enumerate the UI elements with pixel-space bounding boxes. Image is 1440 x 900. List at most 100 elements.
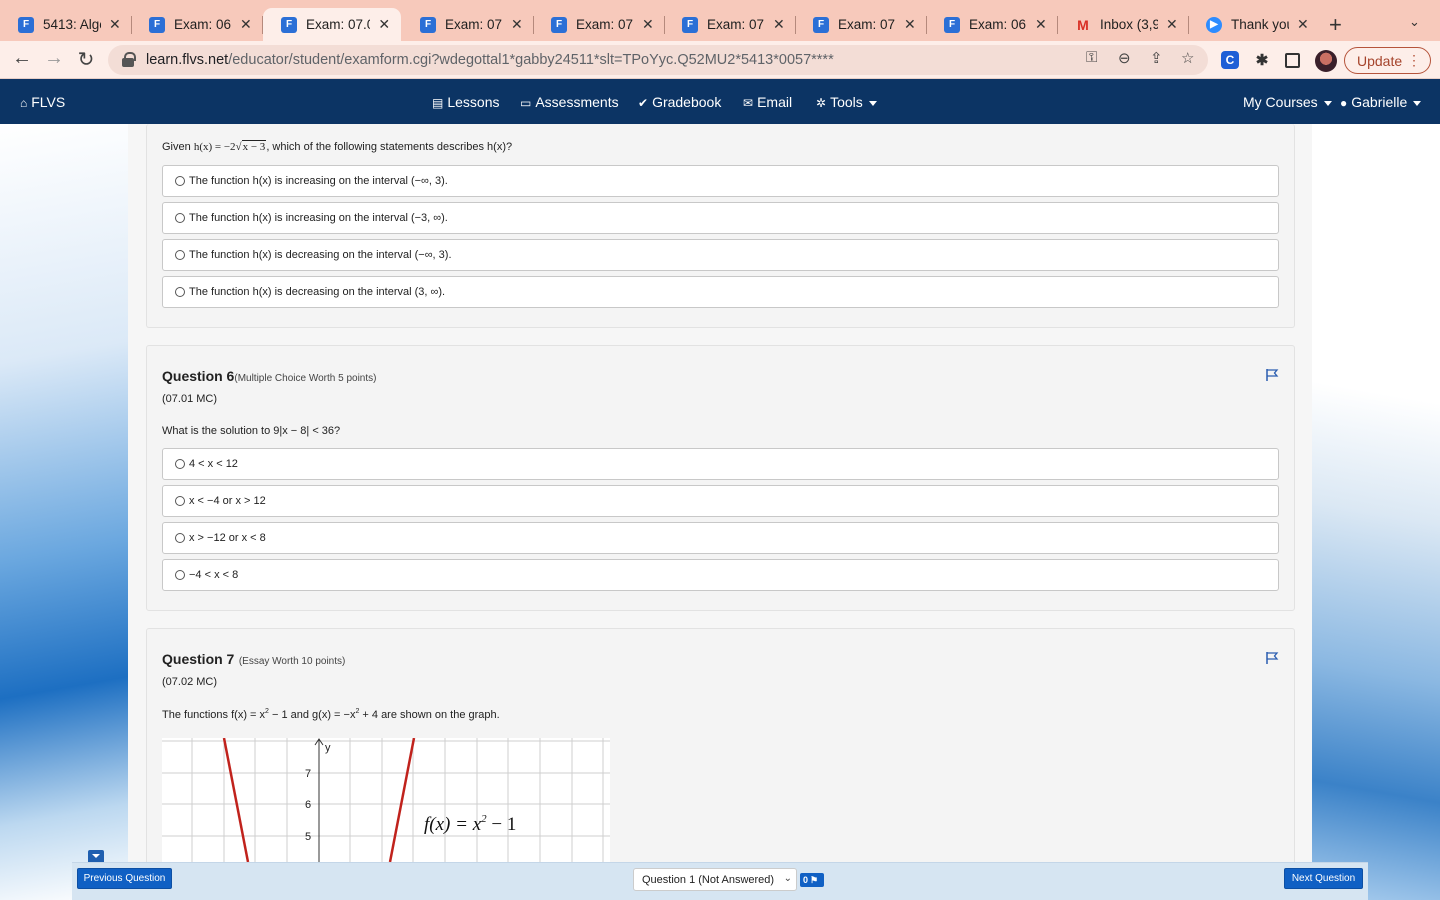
flag-question-icon[interactable] [1265, 368, 1279, 382]
prompt-radicand: x − 3 [241, 140, 267, 153]
close-icon[interactable]: ✕ [511, 16, 523, 33]
flvs-icon: F [551, 16, 567, 33]
previous-question-label: Previous Question [83, 873, 166, 884]
close-icon[interactable]: ✕ [1297, 16, 1309, 33]
browser-tab[interactable]: F Exam: 07.0 ✕ [795, 8, 927, 41]
option-label: −4 < x < 8 [189, 569, 239, 581]
envelope-icon: ✉ [743, 96, 754, 110]
radio-button[interactable] [175, 213, 185, 223]
back-icon[interactable]: ← [10, 47, 34, 70]
radio-button[interactable] [175, 570, 185, 580]
option-label: The function h(x) is decreasing on the i… [189, 249, 452, 261]
question-worth: (Essay Worth 10 points) [238, 656, 346, 667]
zoom-icon: ▶ [1206, 16, 1222, 33]
q6-option-d[interactable]: −4 < x < 8 [162, 559, 1279, 591]
nav-tools-label: Tools [830, 94, 863, 110]
nav-assessments[interactable]: ▭ Assessments [520, 94, 619, 110]
radio-button[interactable] [175, 287, 185, 297]
caret-down-icon [1323, 100, 1332, 106]
browser-tab[interactable]: F Exam: 06.0 ✕ [131, 8, 263, 41]
f-label-part: f(x) = x [424, 814, 482, 835]
browser-tab[interactable]: ▶ Thank you ✕ [1188, 8, 1319, 41]
share-icon[interactable]: ⇪ [1150, 49, 1163, 67]
q5-option-c[interactable]: The function h(x) is decreasing on the i… [162, 239, 1279, 271]
tab-strip: F 5413: Algeb ✕ F Exam: 06.0 ✕ F Exam: 0… [0, 0, 1440, 41]
close-icon[interactable]: ✕ [378, 16, 391, 33]
previous-question-button[interactable]: Previous Question [77, 868, 172, 889]
q5-option-b[interactable]: The function h(x) is increasing on the i… [162, 202, 1279, 234]
f-function-label: f(x) = x2 − 1 [424, 813, 516, 835]
close-icon[interactable]: ✕ [109, 16, 121, 33]
flag-question-icon[interactable] [1265, 651, 1279, 665]
key-icon[interactable]: ⚿ [1086, 49, 1097, 66]
site-navbar: ⌂ FLVS ▤ Lessons ▭ Assessments ✔ Gradebook ✉… [0, 79, 1440, 124]
profile-avatar[interactable] [1315, 50, 1337, 72]
side-panel-icon[interactable] [1285, 53, 1300, 68]
zoom-magnifier-icon[interactable]: ⊖ [1118, 49, 1131, 67]
question-worth: (Multiple Choice Worth 5 points) [234, 373, 377, 384]
brand-label: FLVS [31, 94, 66, 110]
graph-svg: y 7 6 5 f(x) = x2 − 1 [162, 738, 610, 862]
close-icon[interactable]: ✕ [1166, 16, 1178, 33]
nav-gradebook-label: Gradebook [652, 94, 722, 110]
next-question-button[interactable]: Next Question [1284, 868, 1363, 889]
browser-tab[interactable]: M Inbox (3,90 ✕ [1057, 8, 1189, 41]
browser-tab[interactable]: F Exam: 07.0 ✕ [533, 8, 665, 41]
puzzle-extensions-icon[interactable]: ✱ [1253, 51, 1271, 69]
nav-lessons[interactable]: ▤ Lessons [432, 94, 500, 110]
browser-tab-active[interactable]: F Exam: 07.0 ✕ [263, 8, 401, 41]
radio-button[interactable] [175, 459, 185, 469]
tab-search-chevron-icon[interactable]: ⌄ [1409, 14, 1420, 30]
option-label: x > −12 or x < 8 [189, 532, 266, 544]
nav-email[interactable]: ✉ Email [743, 94, 792, 110]
q6-option-a[interactable]: 4 < x < 12 [162, 448, 1279, 480]
nav-lessons-label: Lessons [447, 94, 500, 110]
flvs-icon: F [18, 16, 34, 33]
question-7-prompt: The functions f(x) = x2 − 1 and g(x) = −… [162, 708, 500, 721]
flvs-icon: F [682, 16, 698, 33]
nav-my-courses[interactable]: My Courses [1243, 94, 1332, 110]
nav-user-menu[interactable]: ● Gabrielle [1340, 94, 1422, 110]
tab-title: Exam: 07.0 [576, 17, 634, 32]
grid-lines [162, 738, 610, 862]
browser-tab[interactable]: F Exam: 07.0 ✕ [664, 8, 796, 41]
q5-option-d[interactable]: The function h(x) is decreasing on the i… [162, 276, 1279, 308]
address-bar[interactable]: learn.flvs.net/educator/student/examform… [108, 45, 1208, 75]
question-select[interactable]: Question 1 (Not Answered) ⌄ [633, 868, 797, 891]
brand-home-link[interactable]: ⌂ FLVS [20, 94, 65, 110]
browser-tab[interactable]: F Exam: 07.0 ✕ [402, 8, 534, 41]
close-icon[interactable]: ✕ [240, 16, 252, 33]
radio-button[interactable] [175, 533, 185, 543]
browser-tab[interactable]: F Exam: 06.0 ✕ [926, 8, 1058, 41]
new-tab-icon[interactable]: + [1329, 12, 1342, 38]
question-7-title: Question 7 (Essay Worth 10 points) [162, 651, 345, 669]
update-label: Update [1357, 52, 1403, 69]
y-tick-label: 5 [305, 831, 311, 843]
flagged-count-badge[interactable]: 0 ⚑ [800, 873, 824, 887]
nav-gradebook[interactable]: ✔ Gradebook [638, 94, 721, 110]
tab-title: Inbox (3,90 [1100, 17, 1158, 32]
radio-button[interactable] [175, 496, 185, 506]
q5-option-a[interactable]: The function h(x) is increasing on the i… [162, 165, 1279, 197]
radio-button[interactable] [175, 250, 185, 260]
nav-tools[interactable]: ✲ Tools [816, 94, 877, 110]
flag-count: 0 [803, 875, 809, 885]
close-icon[interactable]: ✕ [642, 16, 654, 33]
update-button[interactable]: Update ⋮ [1344, 47, 1431, 74]
forward-icon[interactable]: → [42, 47, 66, 70]
radio-button[interactable] [175, 176, 185, 186]
nav-assessments-label: Assessments [535, 94, 619, 110]
browser-tab[interactable]: F 5413: Algeb ✕ [0, 8, 132, 41]
tab-title: Exam: 07.0 [445, 17, 503, 32]
reload-icon[interactable]: ↻ [74, 47, 98, 72]
y-axis-label: y [325, 742, 331, 754]
close-icon[interactable]: ✕ [773, 16, 785, 33]
close-icon[interactable]: ✕ [904, 16, 916, 33]
bookmark-star-icon[interactable]: ☆ [1181, 49, 1194, 67]
close-icon[interactable]: ✕ [1035, 16, 1047, 33]
extension-c-icon[interactable]: C [1221, 51, 1239, 69]
collapse-toggle-icon[interactable] [88, 850, 104, 862]
prompt-rest: , which of the following statements desc… [266, 141, 513, 153]
q6-option-b[interactable]: x < −4 or x > 12 [162, 485, 1279, 517]
q6-option-c[interactable]: x > −12 or x < 8 [162, 522, 1279, 554]
